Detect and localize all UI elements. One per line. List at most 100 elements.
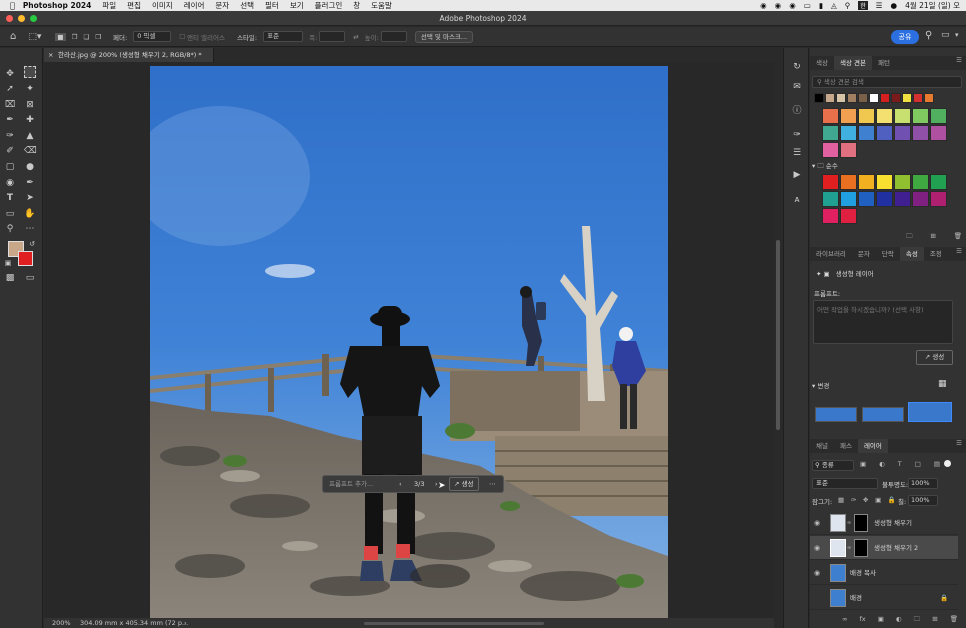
menu-select[interactable]: 선택 [240,0,254,11]
color-swatch[interactable] [840,125,857,141]
visibility-eye-icon[interactable]: ◉ [814,536,820,560]
menu-image[interactable]: 이미지 [152,0,173,11]
zoom-tool-icon[interactable]: ⚲ [4,223,16,235]
menu-layer[interactable]: 레이어 [184,0,205,11]
prompt-textarea[interactable]: 어떤 작업을 하시겠습니까? (선택 사항) [813,300,953,344]
pixel-filter-icon[interactable]: ▣ [860,460,866,468]
home-icon[interactable]: ⌂ [10,31,16,42]
menu-plugins[interactable]: 플러그인 [315,0,343,11]
tab-character[interactable]: 문자 [852,247,876,261]
blend-mode-select[interactable]: 표준 [812,478,878,489]
rectangular-marquee-tool-icon[interactable] [24,66,36,78]
search-icon[interactable]: ⚲ [845,1,851,10]
add-selection-icon[interactable]: ❐ [72,33,78,41]
color-swatch[interactable] [840,108,857,124]
menu-type[interactable]: 문자 [215,0,229,11]
color-swatch[interactable] [912,108,929,124]
recent-swatch[interactable] [858,93,868,103]
recent-swatch[interactable] [913,93,923,103]
tab-color[interactable]: 색상 [810,56,834,70]
glyphs-icon[interactable]: ᴀ [790,193,804,207]
color-swatch[interactable] [876,191,893,207]
recent-swatch[interactable] [891,93,901,103]
swap-icon[interactable]: ⇄ [353,33,358,41]
menu-help[interactable]: 도움말 [371,0,392,11]
healing-brush-tool-icon[interactable]: ✚ [24,114,36,126]
tab-layers[interactable]: 레이어 [857,439,888,453]
height-input[interactable] [380,31,407,42]
new-selection-icon[interactable]: ■ [55,32,66,41]
background-color-swatch[interactable] [18,251,33,266]
adjustment-layer-icon[interactable]: ◐ [896,615,902,626]
recent-swatch[interactable] [924,93,934,103]
tab-libraries[interactable]: 라이브러리 [810,247,852,261]
move-tool-icon[interactable]: ✥ [4,68,16,80]
close-tab-icon[interactable]: × [48,48,53,62]
blur-tool-icon[interactable]: ● [24,161,36,173]
color-swatch[interactable] [912,125,929,141]
color-swatch[interactable] [894,191,911,207]
variation-thumbnail-selected[interactable] [908,402,952,422]
layer-kind-filter[interactable]: ⚲ 종류 [812,460,854,471]
color-swatch[interactable] [930,125,947,141]
color-swatch[interactable] [822,108,839,124]
more-tools-icon[interactable]: ⋯ [24,223,36,235]
menu-view[interactable]: 보기 [290,0,304,11]
pen-tool-icon[interactable]: ✒ [24,177,36,189]
recent-swatch[interactable] [902,93,912,103]
properties-generate-button[interactable]: ↗ 생성 [916,350,953,365]
app-name-menu[interactable]: Photoshop 2024 [23,1,92,10]
zoom-level[interactable]: 200% [52,618,71,628]
workspace-dropdown-icon[interactable]: ▾ [955,31,959,39]
color-swatch[interactable] [840,208,857,224]
brush-tool-icon[interactable]: ✑ [4,130,16,142]
visibility-eye-icon[interactable]: ◉ [814,586,820,610]
tab-swatches[interactable]: 색상 견본 [833,56,872,70]
frame-tool-icon[interactable]: ⊠ [24,99,36,111]
color-swatch[interactable] [930,174,947,190]
variations-header[interactable]: ▾ 변경 [812,380,829,390]
lasso-tool-icon[interactable]: ➚ [4,83,16,95]
color-swatch[interactable] [894,108,911,124]
adjustment-filter-icon[interactable]: ◐ [879,460,885,468]
color-swatch[interactable] [858,191,875,207]
color-swatch[interactable] [912,174,929,190]
color-swatch[interactable] [858,125,875,141]
color-swatch[interactable] [858,108,875,124]
color-swatch[interactable] [822,125,839,141]
hand-tool-icon[interactable]: ✋ [24,208,36,220]
history-icon[interactable]: ↻ [790,60,804,74]
layer-row[interactable]: ◉ 배경 복사 [810,561,958,585]
menu-window[interactable]: 창 [353,0,360,11]
search-icon[interactable]: ⚲ [925,30,932,41]
panel-menu-icon[interactable]: ☰ [956,247,966,261]
marquee-tool-preset-icon[interactable]: ⬚▾ [28,32,41,42]
tab-paragraph[interactable]: 단락 [876,247,900,261]
status-info-arrow-icon[interactable]: › [184,618,187,628]
lock-all-icon[interactable]: 🔒 [888,496,896,504]
path-selection-tool-icon[interactable]: ➤ [24,192,36,204]
layer-row-selected[interactable]: ◉ ∞ 생성형 채우기 2 [810,536,958,560]
shape-filter-icon[interactable]: □ [915,460,921,468]
swatches-search-input[interactable]: ⚲ 색상 견본 검색 [812,76,962,88]
clone-stamp-tool-icon[interactable]: ▲ [24,130,36,142]
siri-icon[interactable]: ● [891,1,898,10]
lock-pixels-icon[interactable]: ✑ [851,496,856,504]
layer-row[interactable]: ◉ 배경 🔒 [810,586,958,610]
link-layers-icon[interactable]: ∞ [842,615,847,626]
menu-edit[interactable]: 편집 [127,0,141,11]
width-input[interactable] [319,31,346,42]
crop-tool-icon[interactable]: ⌧ [4,99,16,111]
more-options-icon[interactable]: ⋯ [489,476,496,492]
new-group-icon[interactable]: 🗀 [914,615,921,626]
tab-patterns[interactable]: 패턴 [872,56,896,70]
layer-mask-thumbnail[interactable] [854,514,868,532]
visibility-eye-icon[interactable]: ◉ [814,561,820,585]
minimize-window-button[interactable] [18,15,25,22]
color-swatch[interactable] [840,142,857,158]
color-swatch[interactable] [912,191,929,207]
type-tool-icon[interactable]: T [4,192,16,204]
document-image[interactable] [150,66,668,618]
dodge-tool-icon[interactable]: ◉ [4,177,16,189]
apple-icon[interactable]:  [10,1,15,10]
